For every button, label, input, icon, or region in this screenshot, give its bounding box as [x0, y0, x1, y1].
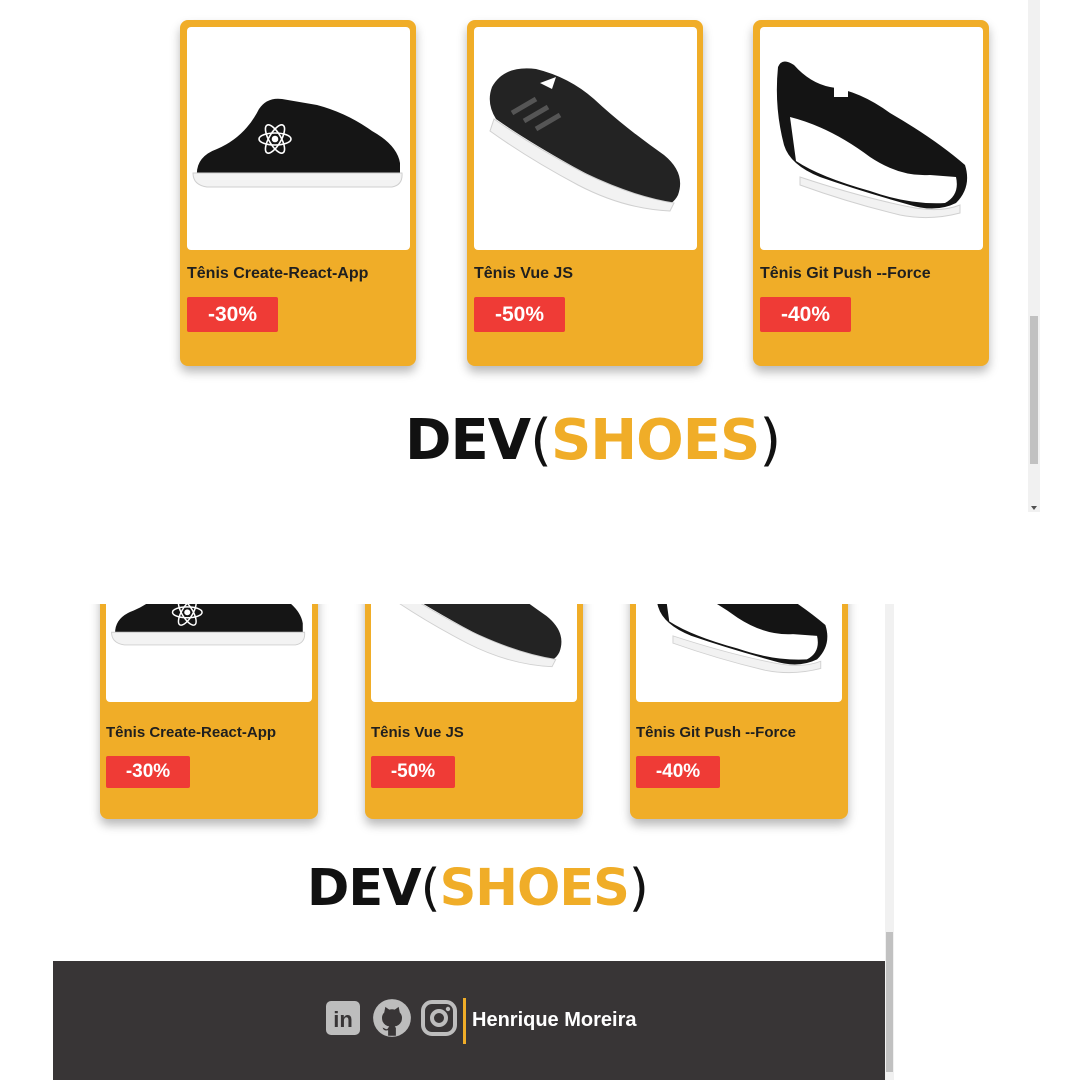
sneaker-vue-image	[489, 68, 681, 212]
logo-shoes: SHOES	[550, 408, 760, 473]
bottom-view: Tênis Create-React-App -30% Tênis Vue JS…	[53, 604, 885, 1080]
footer: in Henrique Moreira	[53, 961, 885, 1080]
sneaker-react-image	[192, 98, 403, 188]
brand-logo: DEV(SHOES)	[405, 408, 781, 473]
brand-logo: DEV(SHOES)	[307, 859, 649, 918]
product-image	[760, 27, 983, 250]
scrollbar-bottom[interactable]	[885, 604, 894, 1080]
svg-text:in: in	[333, 1007, 353, 1032]
product-name: Tênis Create-React-App	[106, 724, 277, 741]
sneaker-react-image	[111, 604, 306, 646]
logo-dev: DEV	[405, 408, 531, 473]
product-name: Tênis Git Push --Force	[760, 265, 931, 282]
sneaker-puma-image	[657, 604, 828, 674]
product-image	[106, 604, 312, 702]
instagram-icon[interactable]	[421, 1000, 457, 1036]
product-card-create-react-app[interactable]: Tênis Create-React-App -30%	[180, 20, 416, 366]
footer-divider	[463, 998, 466, 1044]
logo-close-bracket: )	[759, 408, 781, 473]
discount-badge: -30%	[106, 756, 190, 788]
product-card-vue-js[interactable]: Tênis Vue JS -50%	[365, 604, 583, 819]
author-name[interactable]: Henrique Moreira	[472, 1009, 636, 1032]
discount-badge: -40%	[636, 756, 720, 788]
scrollbar-thumb[interactable]	[886, 932, 893, 1072]
product-card-git-push-force[interactable]: Tênis Git Push --Force -40%	[630, 604, 848, 819]
product-image	[187, 27, 410, 250]
sneaker-vue-image	[399, 604, 562, 668]
scrollbar[interactable]	[1028, 0, 1040, 512]
product-image	[636, 604, 842, 702]
logo-open-bracket: (	[420, 859, 441, 918]
sneaker-puma-image	[776, 61, 968, 219]
product-card-vue-js[interactable]: Tênis Vue JS -50%	[467, 20, 703, 366]
scrollbar-thumb[interactable]	[1030, 316, 1038, 464]
logo-open-bracket: (	[530, 408, 552, 473]
logo-shoes: SHOES	[439, 859, 630, 918]
github-icon[interactable]	[372, 999, 411, 1037]
discount-badge: -50%	[371, 756, 455, 788]
product-image	[371, 604, 577, 702]
product-image	[474, 27, 697, 250]
product-name: Tênis Vue JS	[371, 724, 464, 741]
product-name: Tênis Git Push --Force	[636, 724, 797, 741]
product-card-create-react-app[interactable]: Tênis Create-React-App -30%	[100, 604, 318, 819]
logo-close-bracket: )	[628, 859, 649, 918]
top-view: Tênis Create-React-App -30% Tênis Vue JS…	[0, 0, 1040, 512]
discount-badge: -30%	[187, 297, 278, 332]
linkedin-icon[interactable]: in	[325, 1000, 361, 1036]
product-name: Tênis Create-React-App	[187, 265, 369, 282]
product-card-git-push-force[interactable]: Tênis Git Push --Force -40%	[753, 20, 989, 366]
scroll-down-arrow-icon[interactable]	[1031, 506, 1037, 510]
discount-badge: -50%	[474, 297, 565, 332]
discount-badge: -40%	[760, 297, 851, 332]
product-name: Tênis Vue JS	[474, 265, 573, 282]
logo-dev: DEV	[307, 859, 422, 918]
